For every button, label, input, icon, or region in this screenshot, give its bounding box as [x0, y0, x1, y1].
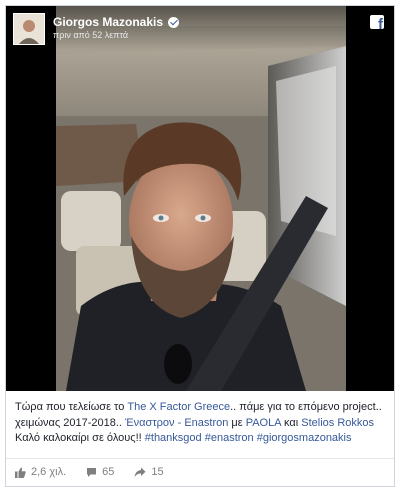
mention-paola[interactable]: PAOLA [246, 417, 281, 429]
mention-enastron[interactable]: Έναστρον - Enastron [125, 417, 228, 429]
post-card: Giorgos Mazonakis πριν από 52 λεπτά f Τώ… [5, 5, 395, 487]
author-name[interactable]: Giorgos Mazonakis [53, 15, 163, 29]
hashtag-thanksgod[interactable]: #thanksgod [145, 432, 202, 444]
comment-button[interactable]: 65 [86, 466, 114, 478]
post-video[interactable]: Giorgos Mazonakis πριν από 52 λεπτά f [6, 6, 394, 391]
share-button[interactable]: 15 [134, 466, 164, 478]
caption-text: Καλό καλοκαίρι σε όλους!! [15, 432, 145, 444]
hashtag-giorgosmazonakis[interactable]: #giorgosmazonakis [257, 432, 352, 444]
actions-divider [6, 458, 394, 459]
hashtag-enastron[interactable]: #enastron [205, 432, 254, 444]
verified-badge-icon [168, 16, 180, 28]
author-avatar[interactable] [13, 13, 45, 45]
mention-stelios-rokkos[interactable]: Stelios Rokkos [301, 417, 374, 429]
video-frame [6, 6, 394, 391]
post-timestamp[interactable]: πριν από 52 λεπτά [53, 30, 128, 40]
share-count: 15 [151, 466, 164, 478]
like-count: 2,6 χιλ. [31, 466, 67, 478]
mention-x-factor-greece[interactable]: The X Factor Greece [127, 401, 230, 413]
share-arrow-icon [134, 467, 146, 477]
post-actions: 2,6 χιλ. 65 15 [15, 466, 184, 478]
avatar-image [14, 14, 44, 44]
comment-icon [87, 467, 97, 477]
caption-text: με [228, 416, 246, 429]
thumbs-up-icon [15, 467, 26, 478]
caption-text: και [280, 416, 302, 429]
post-caption: Τώρα που τελείωσε το The X Factor Greece… [15, 400, 387, 447]
caption-text: Τώρα που τελείωσε το [15, 401, 128, 413]
author-name-row[interactable]: Giorgos Mazonakis [53, 15, 180, 29]
comment-count: 65 [102, 466, 115, 478]
like-button[interactable]: 2,6 χιλ. [15, 466, 66, 478]
facebook-logo-icon[interactable]: f [370, 15, 384, 29]
